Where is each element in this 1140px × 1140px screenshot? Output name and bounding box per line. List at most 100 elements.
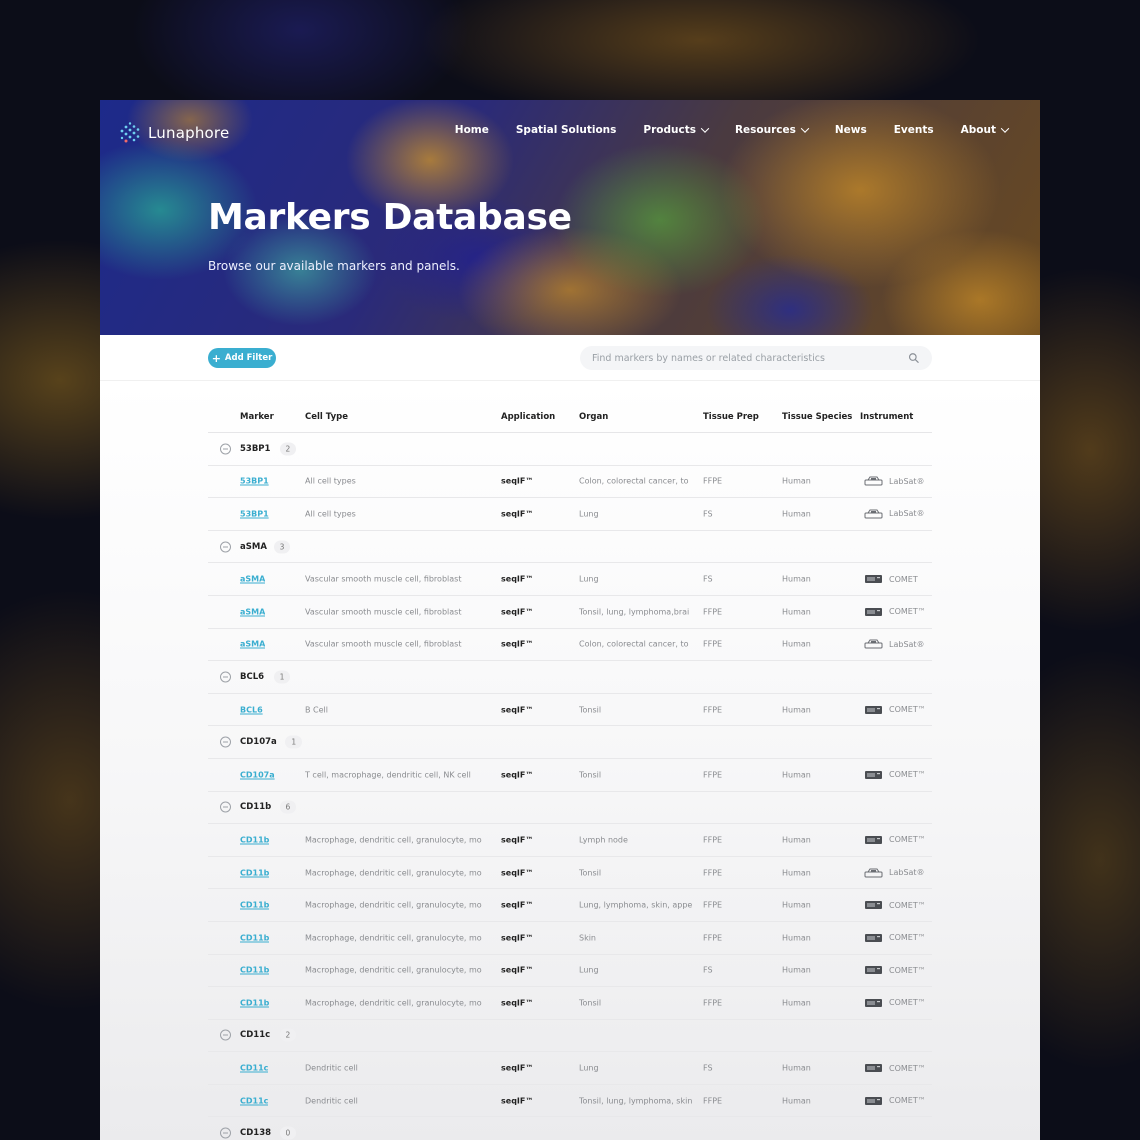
nav-resources[interactable]: Resources bbox=[735, 124, 810, 136]
group-row[interactable]: aSMA 3 bbox=[208, 531, 932, 564]
logo[interactable]: Lunaphore bbox=[118, 121, 229, 145]
group-row[interactable]: CD11b 6 bbox=[208, 792, 932, 825]
cell-type-cell: All cell types bbox=[305, 509, 356, 519]
tissue-species-cell: Human bbox=[782, 868, 811, 878]
marker-link[interactable]: aSMA bbox=[240, 640, 265, 649]
group-row[interactable]: CD11c 2 bbox=[208, 1020, 932, 1053]
header-application[interactable]: Application bbox=[501, 412, 555, 422]
marker-link[interactable]: CD11b bbox=[240, 998, 269, 1007]
group-row[interactable]: CD138 0 bbox=[208, 1117, 932, 1140]
header-tissue-prep[interactable]: Tissue Prep bbox=[703, 412, 759, 422]
marker-link[interactable]: CD11c bbox=[240, 1064, 268, 1073]
group-count-badge: 3 bbox=[273, 540, 291, 554]
cell-type-cell: Macrophage, dendritic cell, granulocyte,… bbox=[305, 868, 482, 878]
marker-link[interactable]: CD11b bbox=[240, 933, 269, 942]
table-body: 53BP1 2 53BP1 All cell types seqIF™ Colon, co… bbox=[208, 433, 932, 1140]
instrument-name: COMET™ bbox=[889, 607, 926, 617]
instrument-name: LabSat® bbox=[889, 868, 925, 878]
organ-cell: Lung bbox=[579, 574, 599, 584]
nav-news[interactable]: News bbox=[835, 124, 867, 136]
collapse-icon[interactable] bbox=[220, 443, 231, 455]
search-box bbox=[580, 346, 932, 370]
application-cell: seqIF™ bbox=[501, 900, 534, 910]
nav-about[interactable]: About bbox=[961, 124, 1010, 136]
group-row[interactable]: 53BP1 2 bbox=[208, 433, 932, 466]
instrument-cell: LabSat® bbox=[864, 509, 925, 519]
tissue-species-cell: Human bbox=[782, 639, 811, 649]
organ-cell: Lung, lymphoma, skin, appe bbox=[579, 900, 693, 910]
instrument-cell: COMET™ bbox=[864, 965, 926, 975]
header-organ[interactable]: Organ bbox=[579, 412, 608, 422]
marker-link[interactable]: CD11b bbox=[240, 868, 269, 877]
application-cell: seqIF™ bbox=[501, 868, 534, 878]
table-row: CD107a T cell, macrophage, dendritic cell… bbox=[208, 759, 932, 792]
nav-spatial-solutions-label: Spatial Solutions bbox=[515, 124, 617, 136]
chevron-down-icon bbox=[800, 124, 810, 133]
nav-spatial-solutions[interactable]: Spatial Solutions bbox=[516, 124, 617, 136]
collapse-icon[interactable] bbox=[220, 1029, 231, 1041]
header-cell-type[interactable]: Cell Type bbox=[305, 412, 348, 422]
marker-link[interactable]: aSMA bbox=[240, 607, 265, 616]
organ-cell: Tonsil bbox=[579, 705, 602, 715]
marker-link[interactable]: CD11c bbox=[240, 1096, 268, 1105]
tissue-prep-cell: FFPE bbox=[703, 770, 723, 780]
marker-link[interactable]: aSMA bbox=[240, 575, 265, 584]
application-cell: seqIF™ bbox=[501, 965, 534, 975]
collapse-icon[interactable] bbox=[220, 541, 231, 553]
instrument-name: COMET™ bbox=[889, 705, 926, 715]
tissue-prep-cell: FFPE bbox=[703, 900, 723, 910]
group-count-badge: 0 bbox=[279, 1126, 297, 1140]
tissue-prep-cell: FS bbox=[703, 965, 713, 975]
group-count-badge: 2 bbox=[279, 1028, 297, 1042]
nav-home[interactable]: Home bbox=[455, 124, 489, 136]
collapse-icon[interactable] bbox=[220, 671, 231, 683]
header-marker[interactable]: Marker bbox=[240, 412, 274, 422]
table-row: CD11b Macrophage, dendritic cell, granulo… bbox=[208, 889, 932, 922]
comet-icon bbox=[865, 607, 882, 616]
comet-icon bbox=[865, 901, 882, 910]
nav-products[interactable]: Products bbox=[643, 124, 710, 136]
marker-link[interactable]: 53BP1 bbox=[240, 477, 269, 486]
header-tissue-species[interactable]: Tissue Species bbox=[782, 412, 852, 422]
collapse-icon[interactable] bbox=[220, 1127, 231, 1139]
nav-events[interactable]: Events bbox=[894, 124, 934, 136]
add-filter-button[interactable]: + Add Filter bbox=[208, 348, 276, 368]
group-row[interactable]: CD107a 1 bbox=[208, 726, 932, 759]
tissue-species-cell: Human bbox=[782, 770, 811, 780]
application-cell: seqIF™ bbox=[501, 574, 534, 584]
collapse-icon[interactable] bbox=[220, 736, 231, 748]
application-cell: seqIF™ bbox=[501, 835, 534, 845]
page-title: Markers Database bbox=[208, 197, 572, 238]
labsat-icon bbox=[864, 476, 883, 486]
search-input[interactable] bbox=[592, 352, 909, 364]
instrument-name: COMET™ bbox=[889, 1063, 926, 1073]
tissue-species-cell: Human bbox=[782, 965, 811, 975]
marker-link[interactable]: CD107a bbox=[240, 770, 275, 779]
tissue-prep-cell: FFPE bbox=[703, 835, 723, 845]
marker-link[interactable]: CD11b bbox=[240, 835, 269, 844]
marker-link[interactable]: CD11b bbox=[240, 901, 269, 910]
group-row[interactable]: BCL6 1 bbox=[208, 661, 932, 694]
instrument-name: LabSat® bbox=[889, 509, 925, 519]
collapse-icon[interactable] bbox=[220, 801, 231, 813]
comet-icon bbox=[865, 998, 882, 1007]
instrument-name: COMET bbox=[889, 574, 918, 584]
tissue-prep-cell: FFPE bbox=[703, 868, 723, 878]
instrument-name: COMET™ bbox=[889, 933, 926, 943]
instrument-name: COMET™ bbox=[889, 770, 926, 780]
organ-cell: Colon, colorectal cancer, to bbox=[579, 476, 689, 486]
instrument-cell: COMET™ bbox=[864, 1096, 926, 1106]
cell-type-cell: Vascular smooth muscle cell, fibroblast bbox=[305, 607, 462, 617]
marker-link[interactable]: BCL6 bbox=[240, 705, 263, 714]
table-row: aSMA Vascular smooth muscle cell, fibrobl… bbox=[208, 629, 932, 662]
marker-link[interactable]: CD11b bbox=[240, 966, 269, 975]
comet-icon bbox=[865, 770, 882, 779]
header-instrument[interactable]: Instrument bbox=[860, 412, 913, 422]
search-icon[interactable] bbox=[908, 352, 920, 364]
marker-link[interactable]: 53BP1 bbox=[240, 509, 269, 518]
comet-icon bbox=[865, 966, 882, 975]
cell-type-cell: B Cell bbox=[305, 705, 328, 715]
group-name: aSMA bbox=[240, 541, 267, 552]
organ-cell: Lymph node bbox=[579, 835, 628, 845]
application-cell: seqIF™ bbox=[501, 607, 534, 617]
